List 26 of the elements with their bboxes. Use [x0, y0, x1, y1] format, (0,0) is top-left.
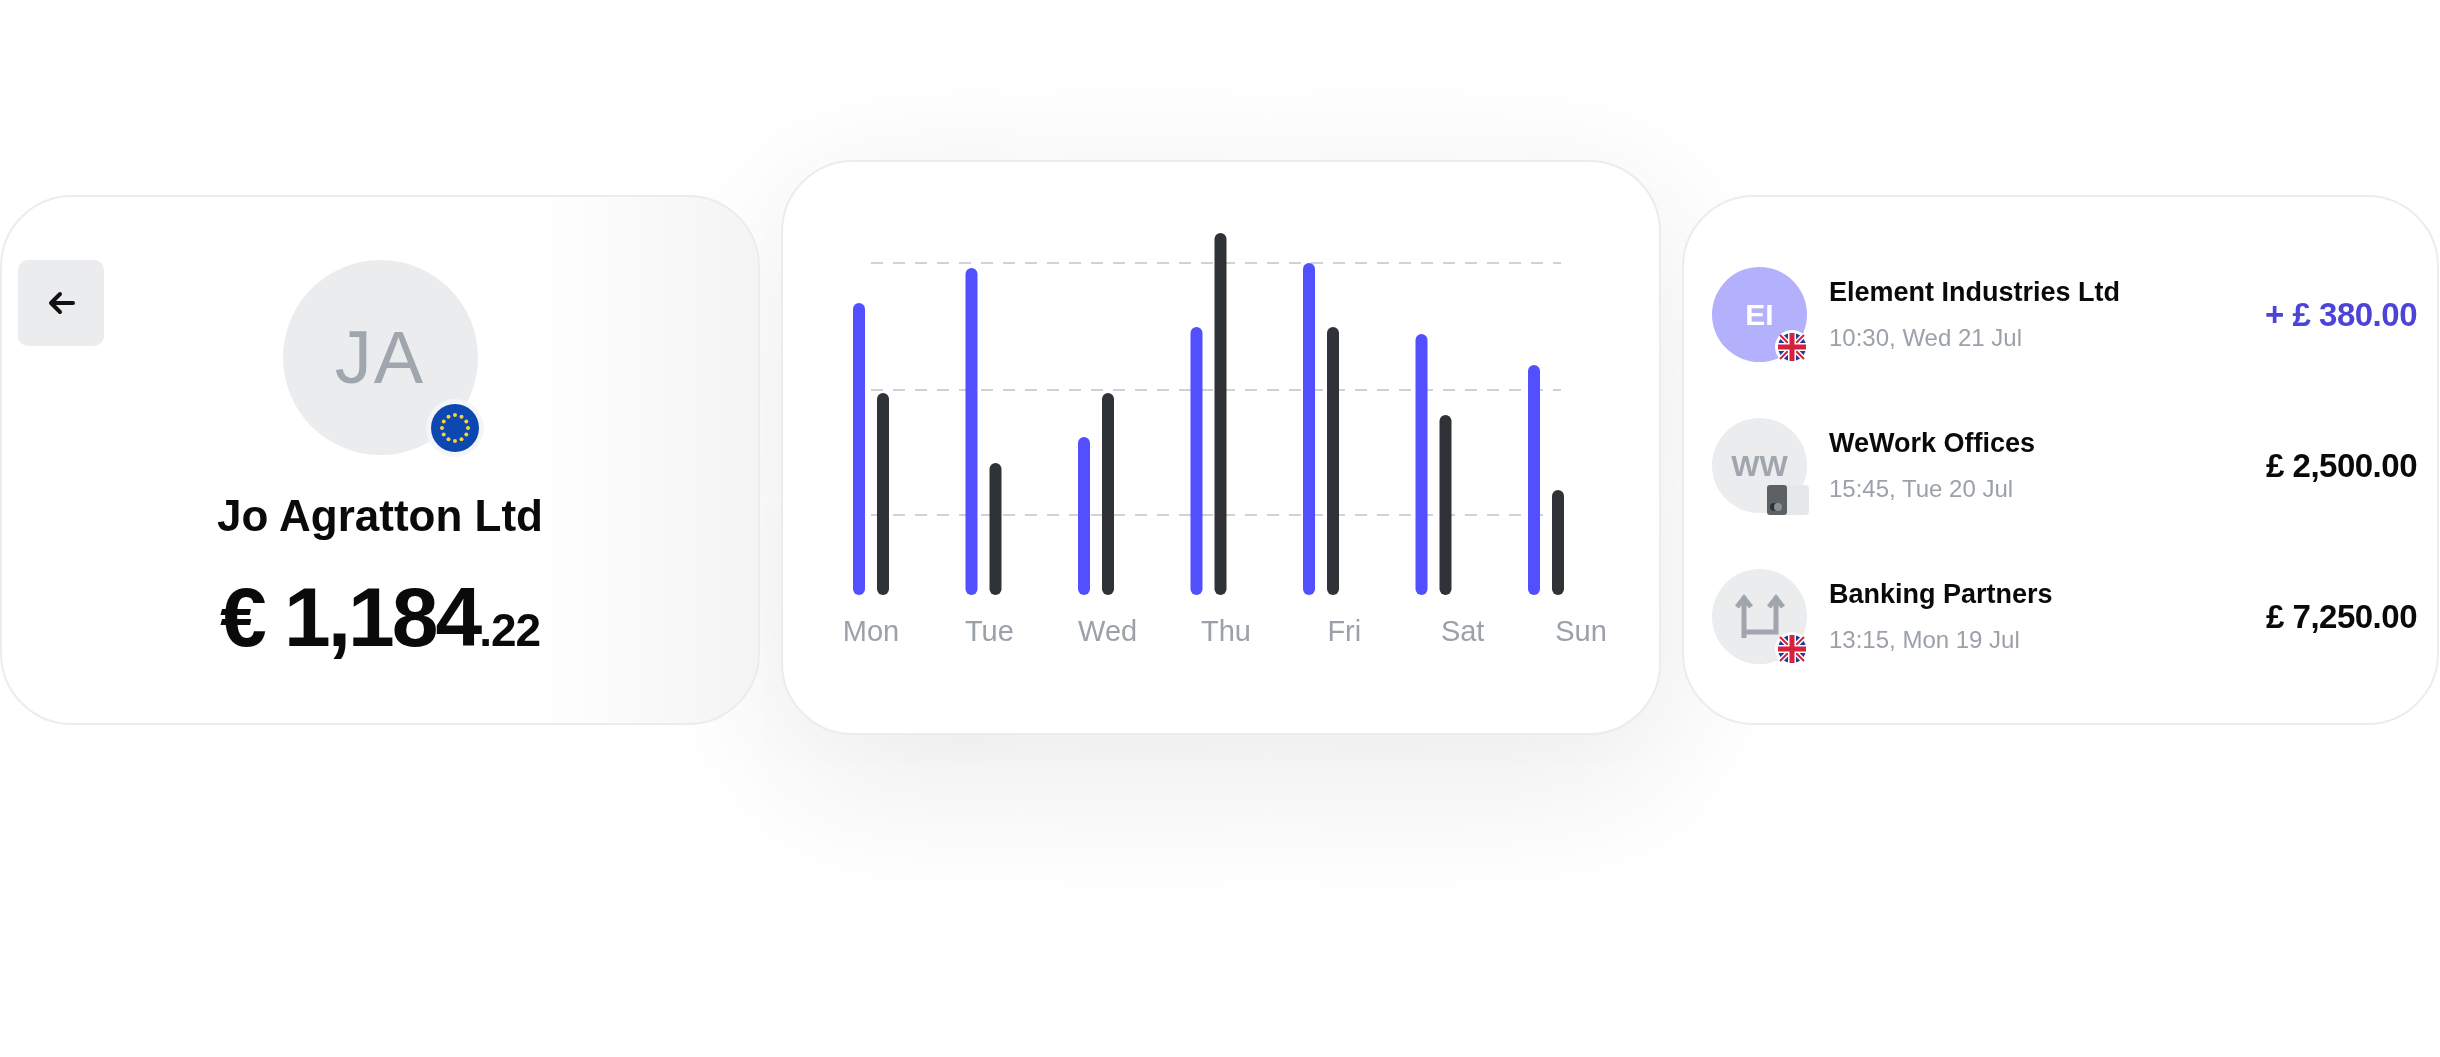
split-arrows-icon — [1734, 593, 1785, 640]
transaction-amount: + £ 380.00 — [2265, 295, 2417, 334]
transaction-name: Element Industries Ltd — [1829, 277, 2122, 308]
day-label: Thu — [1200, 615, 1252, 648]
transaction-time: 15:45, Tue 20 Jul — [1829, 475, 2015, 503]
day-label: Mon — [841, 615, 901, 648]
uk-flag-icon — [1775, 330, 1809, 364]
transaction-time: 13:15, Mon 19 Jul — [1829, 626, 2021, 654]
day-label: Sat — [1439, 615, 1486, 648]
balance-amount: € 1,184.22 — [219, 569, 541, 666]
account-name: Jo Agratton Ltd — [217, 491, 543, 541]
day-label: Wed — [1077, 615, 1139, 648]
transaction-name: WeWork Offices — [1829, 428, 2037, 459]
avatar-initials: EI — [1745, 297, 1774, 332]
avatar-initials: WW — [1731, 448, 1788, 483]
avatar: JA — [282, 260, 478, 455]
eu-flag-icon — [425, 399, 484, 457]
back-button[interactable] — [18, 260, 104, 346]
transaction-time: 10:30, Wed 21 Jul — [1829, 324, 2024, 352]
transaction-amount: £ 2,500.00 — [2266, 446, 2417, 485]
day-label: Fri — [1326, 615, 1363, 648]
transaction-name: Banking Partners — [1829, 579, 2054, 610]
uk-flag-icon — [1775, 632, 1809, 666]
transaction-amount: £ 7,250.00 — [2266, 597, 2417, 636]
day-label: Sun — [1554, 615, 1608, 648]
day-label: Tue — [963, 615, 1015, 648]
